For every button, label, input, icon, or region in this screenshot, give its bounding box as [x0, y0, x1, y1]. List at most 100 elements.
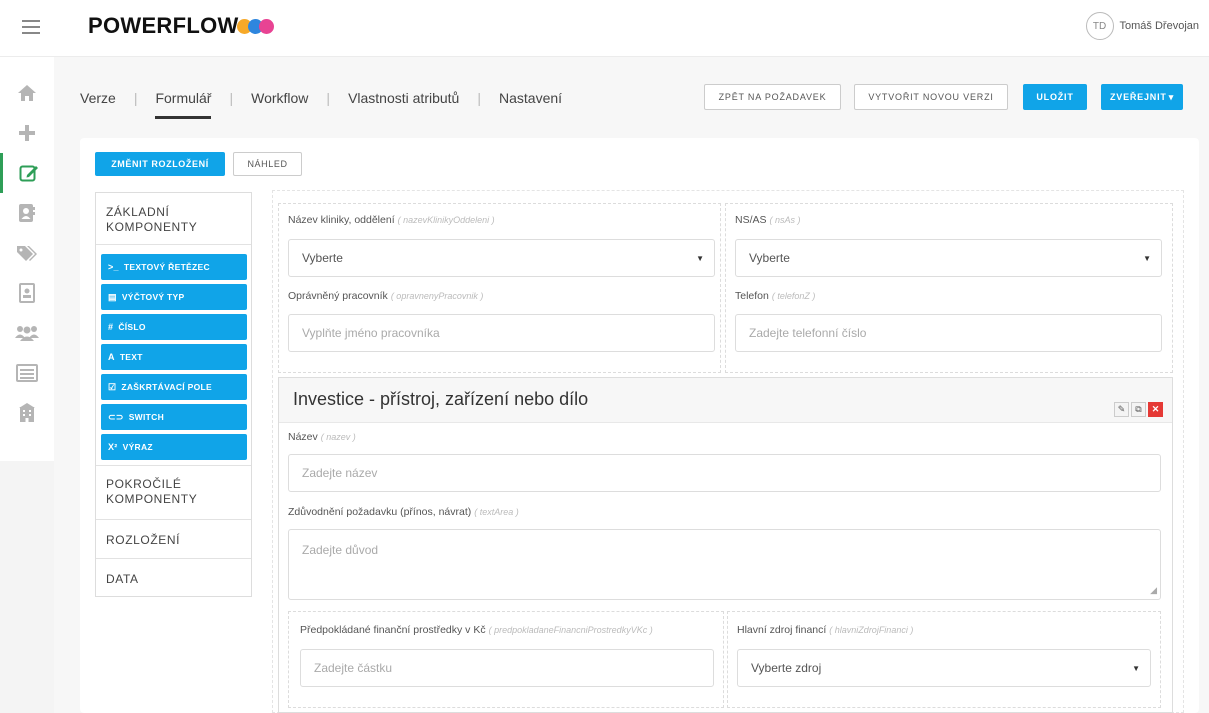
funds-label-text: Předpokládané finanční prostředky v Kč [300, 624, 486, 636]
component-checkbox[interactable]: ☑ Zaškrtávací pole [101, 374, 247, 400]
tab-separator: | [133, 90, 138, 106]
superscript-icon: x² [108, 442, 118, 452]
reason-label: Zdůvodnění požadavku (přínos, návrat)( t… [288, 506, 519, 518]
worker-label: Oprávněný pracovník( opravnenyPracovnik … [288, 290, 483, 302]
publish-button[interactable]: Zveřejnit ▾ [1101, 84, 1183, 110]
tab-vlastnosti-atributu[interactable]: Vlastnosti atributů [348, 78, 459, 116]
tab-nastaveni[interactable]: Nastavení [499, 78, 562, 116]
checkbox-icon: ☑ [108, 381, 117, 392]
caret-down-icon: ▼ [1143, 254, 1151, 263]
worker-key: ( opravnenyPracovnik ) [390, 291, 484, 301]
tab-separator: | [229, 90, 234, 106]
sidebar [0, 57, 55, 461]
id-card-icon[interactable] [0, 273, 54, 313]
create-new-version-button[interactable]: Vytvořit novou verzi [854, 84, 1008, 110]
edit-icon[interactable]: ✎ [1114, 402, 1129, 417]
caret-down-icon: ▼ [696, 254, 704, 263]
basic-components-heading[interactable]: Základní komponenty [96, 205, 251, 235]
ns-as-key: ( nsAs ) [769, 215, 801, 225]
publish-label: Zveřejnit [1109, 92, 1167, 102]
ns-as-select[interactable]: Vyberte ▼ [735, 239, 1162, 277]
ns-as-label-text: NS/AS [735, 214, 767, 226]
list-icon[interactable] [0, 353, 54, 393]
funds-label: Předpokládané finanční prostředky v Kč( … [300, 624, 653, 636]
list-icon: ▤ [108, 291, 117, 302]
avatar[interactable]: TD [1085, 12, 1114, 40]
logo-dots [237, 19, 279, 34]
tab-workflow[interactable]: Workflow [251, 78, 308, 116]
menu-icon[interactable] [22, 16, 40, 34]
name-input[interactable]: Zadejte název [288, 454, 1161, 492]
reason-key: ( textArea ) [474, 507, 519, 517]
component-expression[interactable]: x² Výraz [101, 434, 247, 460]
source-label: Hlavní zdroj financí( hlavniZdrojFinanci… [737, 624, 913, 636]
name-label-text: Název [288, 431, 318, 443]
clinic-label-text: Název kliniky, oddělení [288, 214, 395, 226]
contacts-icon[interactable] [0, 193, 54, 233]
save-button[interactable]: Uložit [1023, 84, 1087, 110]
tab-verze[interactable]: Verze [80, 78, 116, 116]
ns-as-label: NS/AS( nsAs ) [735, 214, 801, 226]
caret-down-icon: ▼ [1132, 664, 1140, 673]
tab-formular[interactable]: Formulář [155, 78, 212, 119]
component-enum-type[interactable]: ▤ Výčtový typ [101, 284, 247, 310]
back-to-request-button[interactable]: Zpět na požadavek [704, 84, 841, 110]
terminal-icon: >_ [108, 262, 119, 272]
reason-placeholder: Zadejte důvod [302, 543, 379, 557]
clinic-select[interactable]: Vyberte ▼ [288, 239, 715, 277]
tab-separator: | [326, 90, 331, 106]
phone-key: ( telefonZ ) [771, 291, 816, 301]
reason-textarea[interactable]: Zadejte důvod ◢ [288, 529, 1161, 600]
phone-label-text: Telefon [735, 290, 769, 302]
component-label: Výčtový typ [121, 292, 185, 302]
component-text[interactable]: A Text [101, 344, 247, 370]
plus-icon[interactable] [0, 113, 54, 153]
source-label-text: Hlavní zdroj financí [737, 624, 827, 636]
divider [96, 465, 251, 466]
clinic-key: ( nazevKlinikyOddeleni ) [397, 215, 495, 225]
font-icon: A [108, 352, 115, 362]
toggle-icon: ⊂⊃ [108, 411, 124, 422]
logo-text: POWERFLOW [88, 13, 239, 38]
divider [96, 558, 251, 559]
component-label: Switch [128, 412, 165, 422]
copy-icon[interactable]: ⧉ [1131, 402, 1146, 417]
preview-button[interactable]: Náhled [233, 152, 302, 176]
advanced-components-heading[interactable]: Pokročilé komponenty [96, 477, 251, 507]
component-text-string[interactable]: >_ Textový řetězec [101, 254, 247, 280]
source-key: ( hlavniZdrojFinanci ) [829, 625, 914, 635]
layout-heading[interactable]: Rozložení [96, 533, 251, 547]
component-switch[interactable]: ⊂⊃ Switch [101, 404, 247, 430]
source-select[interactable]: Vyberte zdroj ▼ [737, 649, 1151, 687]
worker-input[interactable]: Vyplňte jméno pracovníka [288, 314, 715, 352]
name-label: Název( nazev ) [288, 431, 356, 443]
funds-input[interactable]: Zadejte částku [300, 649, 714, 687]
reason-label-text: Zdůvodnění požadavku (přínos, návrat) [288, 506, 472, 518]
phone-label: Telefon( telefonZ ) [735, 290, 815, 302]
phone-input[interactable]: Zadejte telefonní číslo [735, 314, 1162, 352]
tab-bar: Verze | Formulář | Workflow | Vlastnosti… [80, 78, 562, 122]
tab-separator: | [477, 90, 481, 106]
clinic-label: Název kliniky, oddělení( nazevKlinikyOdd… [288, 214, 495, 226]
chevron-down-icon: ▾ [1168, 91, 1175, 102]
component-label: Textový řetězec [123, 262, 210, 272]
resize-handle-icon[interactable]: ◢ [1150, 585, 1157, 596]
users-icon[interactable] [0, 313, 54, 353]
section-tools: ✎ ⧉ ✕ [1114, 402, 1163, 417]
edit-form-icon[interactable] [0, 153, 54, 193]
home-icon[interactable] [0, 73, 54, 113]
user-name[interactable]: Tomáš Dřevojan [1120, 20, 1199, 32]
change-layout-button[interactable]: Změnit rozložení [95, 152, 225, 176]
tags-icon[interactable] [0, 233, 54, 273]
component-palette: Základní komponenty >_ Textový řetězec ▤ V… [95, 192, 252, 597]
component-number[interactable]: # Číslo [101, 314, 247, 340]
ns-as-select-value: Vyberte [749, 251, 790, 265]
user-menu[interactable]: TD Tomáš Dřevojan [1085, 12, 1199, 40]
name-key: ( nazev ) [320, 432, 356, 442]
delete-icon[interactable]: ✕ [1148, 402, 1163, 417]
section-header: Investice - přístroj, zařízení nebo dílo [279, 378, 1172, 423]
divider [96, 244, 251, 245]
building-icon[interactable] [0, 393, 54, 433]
divider [96, 519, 251, 520]
data-heading[interactable]: Data [96, 572, 251, 586]
